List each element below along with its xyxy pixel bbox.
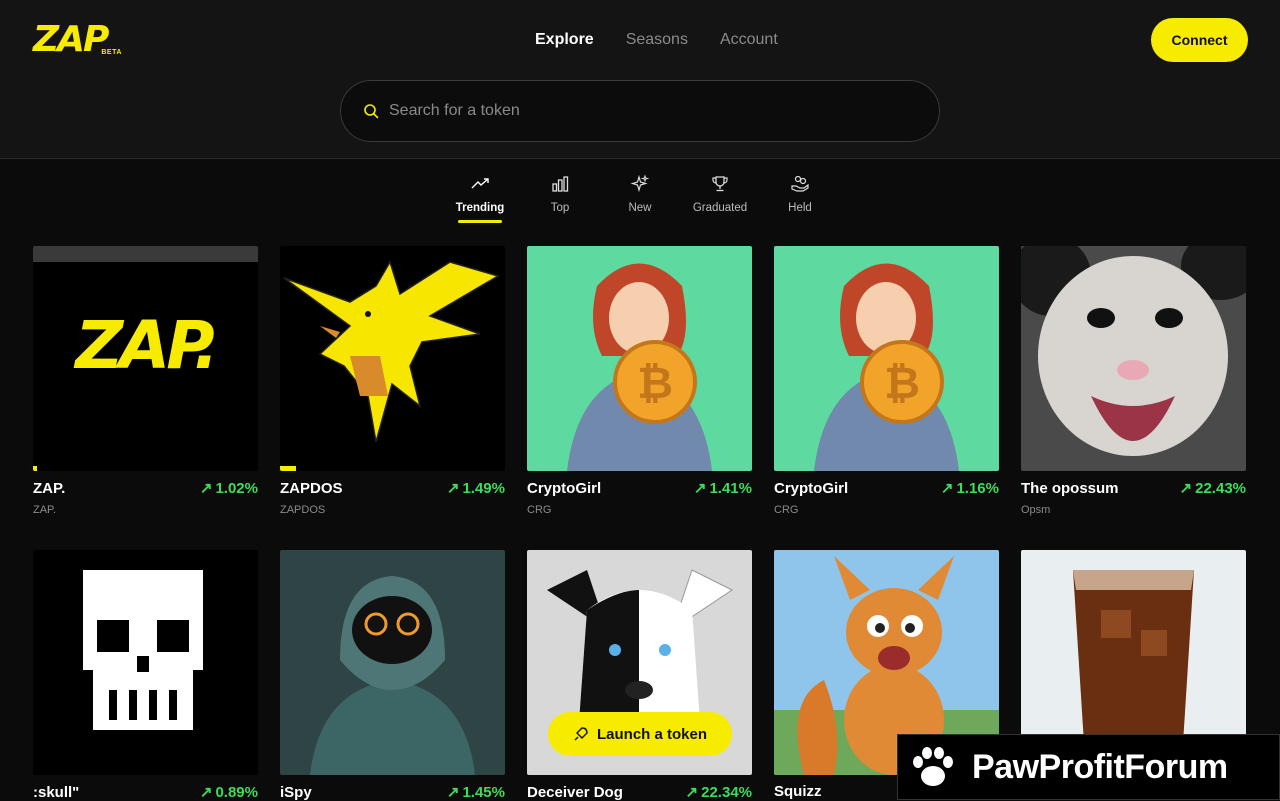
tab-new[interactable]: New: [600, 174, 680, 223]
nav-explore[interactable]: Explore: [535, 30, 594, 50]
search-icon: [364, 104, 379, 119]
filter-tabs: Trending Top New Graduated Held: [440, 174, 840, 223]
token-image-pixel-skull: [33, 550, 258, 775]
connect-button[interactable]: Connect: [1151, 18, 1248, 62]
arrow-up-right-icon: ↗: [1179, 480, 1193, 497]
hand-coins-icon: [791, 175, 809, 192]
arrow-up-right-icon: ↗: [446, 784, 460, 801]
tab-top[interactable]: Top: [520, 174, 600, 223]
svg-text:ZAP.: ZAP.: [73, 307, 214, 384]
price-change: ↗ 22.34%: [685, 783, 752, 801]
tab-new-label: New: [628, 202, 652, 214]
arrow-up-right-icon: ↗: [693, 480, 707, 497]
bar-chart-icon: [552, 176, 569, 192]
price-change: ↗ 1.16%: [940, 479, 999, 498]
tab-top-label: Top: [550, 202, 570, 214]
paw-icon: [913, 747, 953, 786]
token-name: CryptoGirl: [527, 479, 602, 497]
arrow-up-right-icon: ↗: [199, 480, 213, 497]
tab-trending-label: Trending: [455, 202, 505, 214]
token-card[interactable]: ₿ CryptoGirl ↗ 1.41% CRG: [527, 246, 752, 516]
price-change: ↗ 1.02%: [199, 479, 258, 498]
search-input[interactable]: [389, 102, 889, 120]
token-image-crypto-girl: ₿: [774, 246, 999, 471]
price-change: ↗ 22.43%: [1179, 479, 1246, 498]
trophy-icon: [712, 176, 728, 192]
trending-up-icon: [471, 178, 489, 189]
token-card[interactable]: iSpy ↗ 1.45%: [280, 550, 505, 801]
arrow-up-right-icon: ↗: [446, 480, 460, 497]
token-ticker: ZAPDOS: [280, 504, 326, 516]
sparkles-icon: [630, 174, 650, 193]
watermark-banner: PawProfitForum: [897, 734, 1280, 800]
tab-trending[interactable]: Trending: [440, 174, 520, 223]
token-card[interactable]: :skull" ↗ 0.89%: [33, 550, 258, 801]
token-image-hooded-figure: [280, 550, 505, 775]
launch-token-label: Launch a token: [596, 725, 708, 743]
token-card[interactable]: The opossum ↗ 22.43% Opsm: [1021, 246, 1246, 516]
token-name: iSpy: [280, 783, 312, 801]
price-change: ↗ 1.49%: [446, 479, 505, 498]
watermark-text: PawProfitForum: [972, 747, 1228, 786]
token-image-zap-logo: ZAP.: [33, 246, 258, 471]
rocket-icon: [574, 727, 588, 741]
token-name: Squizz: [774, 783, 822, 800]
token-card[interactable]: ₿ CryptoGirl ↗ 1.16% CRG: [774, 246, 999, 516]
token-image-crypto-girl: ₿: [527, 246, 752, 471]
svg-text:₿: ₿: [637, 358, 673, 409]
beta-badge: BETA: [101, 49, 122, 56]
search-bar[interactable]: [340, 80, 940, 142]
svg-text:₿: ₿: [884, 358, 920, 409]
tab-held-label: Held: [788, 202, 812, 214]
price-change: ↗ 0.89%: [199, 783, 258, 801]
arrow-up-right-icon: ↗: [685, 784, 699, 801]
arrow-up-right-icon: ↗: [199, 784, 213, 801]
token-ticker: ZAP.: [33, 504, 57, 516]
token-ticker: CRG: [774, 504, 799, 516]
token-image-zapdos-bird: [280, 246, 505, 471]
token-grid: ZAP. ZAP. ↗ 1.02% ZAP. ZAPDOS ↗ 1.49% ZAPD…: [33, 246, 1246, 801]
price-change: ↗ 1.45%: [446, 783, 505, 801]
token-name: ZAP.: [33, 479, 66, 497]
logo-text: ZAP: [33, 19, 109, 60]
arrow-up-right-icon: ↗: [940, 480, 954, 497]
nav-seasons[interactable]: Seasons: [626, 30, 688, 50]
token-name: Deceiver Dog: [527, 783, 623, 801]
zap-logo[interactable]: ZAP BETA: [33, 19, 122, 60]
tab-held[interactable]: Held: [760, 174, 840, 223]
active-tab-indicator: [458, 220, 502, 223]
tab-graduated-label: Graduated: [692, 202, 748, 214]
token-name: ZAPDOS: [280, 479, 343, 497]
nav-account[interactable]: Account: [720, 30, 778, 50]
token-ticker: CRG: [527, 504, 552, 516]
token-name: :skull": [33, 783, 80, 801]
token-image-opossum: [1021, 246, 1246, 471]
tab-graduated[interactable]: Graduated: [680, 174, 760, 223]
token-name: CryptoGirl: [774, 479, 849, 497]
main-nav: Explore Seasons Account: [535, 30, 778, 50]
top-header: ZAP BETA Explore Seasons Account Connect: [0, 0, 1280, 159]
launch-token-button[interactable]: Launch a token: [548, 712, 732, 756]
token-card[interactable]: ZAPDOS ↗ 1.49% ZAPDOS: [280, 246, 505, 516]
token-card[interactable]: ZAP. ZAP. ↗ 1.02% ZAP.: [33, 246, 258, 516]
token-ticker: Opsm: [1021, 504, 1051, 516]
token-name: The opossum: [1021, 479, 1119, 497]
price-change: ↗ 1.41%: [693, 479, 752, 498]
